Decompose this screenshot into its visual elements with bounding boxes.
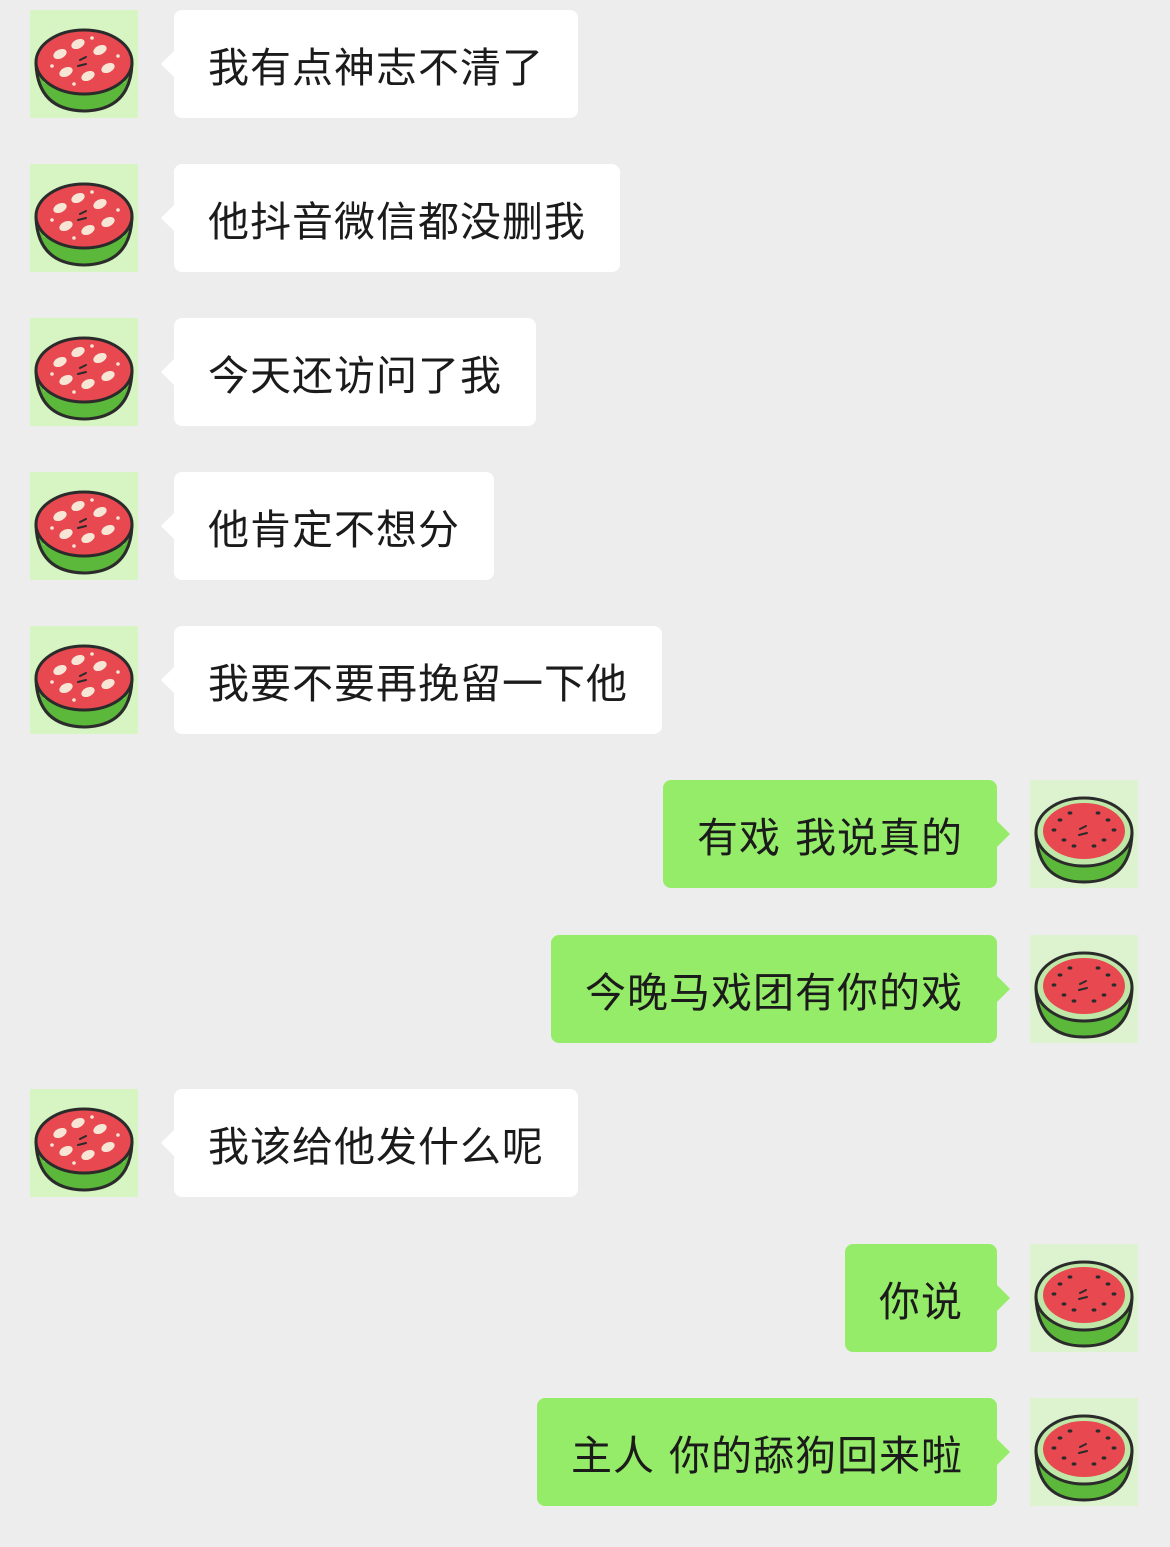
message-row-incoming: 今天还访问了我 (0, 318, 1170, 426)
watermelon-bowl-icon (34, 336, 134, 421)
message-row-outgoing: 你说 (0, 1244, 1170, 1352)
message-row-incoming: 他抖音微信都没删我 (0, 164, 1170, 272)
message-bubble[interactable]: 有戏 我说真的 (662, 780, 1011, 888)
message-row-outgoing: 有戏 我说真的 (0, 780, 1170, 888)
watermelon-bowl-icon (34, 490, 134, 575)
message-row-incoming: 我有点神志不清了 (0, 10, 1170, 118)
my-avatar[interactable] (1030, 780, 1138, 888)
message-row-outgoing: 主人 你的舔狗回来啦 (0, 1398, 1170, 1506)
my-avatar[interactable] (1030, 935, 1138, 1043)
message-bubble[interactable]: 主人 你的舔狗回来啦 (536, 1398, 1011, 1506)
my-avatar[interactable] (1030, 1244, 1138, 1352)
message-bubble[interactable]: 今晚马戏团有你的戏 (551, 935, 1010, 1043)
watermelon-bowl-icon (34, 1107, 134, 1192)
message-bubble[interactable]: 我要不要再挽留一下他 (161, 626, 662, 734)
message-bubble[interactable]: 他抖音微信都没删我 (161, 164, 620, 272)
message-row-incoming: 我该给他发什么呢 (0, 1089, 1170, 1197)
watermelon-slice-icon (1034, 1260, 1134, 1348)
message-bubble[interactable]: 我该给他发什么呢 (161, 1089, 578, 1197)
watermelon-bowl-icon (34, 182, 134, 267)
contact-avatar[interactable] (30, 10, 138, 118)
message-row-incoming: 他肯定不想分 (0, 472, 1170, 580)
message-bubble[interactable]: 今天还访问了我 (161, 318, 536, 426)
chat-message-list[interactable]: 我有点神志不清了 他抖音微信都没删我 今天还访问了我 他肯定不想分 我要不要再挽… (0, 0, 1170, 1547)
message-row-outgoing: 今晚马戏团有你的戏 (0, 935, 1170, 1043)
watermelon-slice-icon (1034, 1414, 1134, 1502)
watermelon-slice-icon (1034, 951, 1134, 1039)
watermelon-slice-icon (1034, 796, 1134, 884)
message-bubble[interactable]: 你说 (845, 1244, 1010, 1352)
message-bubble[interactable]: 他肯定不想分 (161, 472, 494, 580)
contact-avatar[interactable] (30, 626, 138, 734)
contact-avatar[interactable] (30, 1089, 138, 1197)
message-row-incoming: 我要不要再挽留一下他 (0, 626, 1170, 734)
my-avatar[interactable] (1030, 1398, 1138, 1506)
contact-avatar[interactable] (30, 472, 138, 580)
watermelon-bowl-icon (34, 28, 134, 113)
watermelon-bowl-icon (34, 644, 134, 729)
message-bubble[interactable]: 我有点神志不清了 (161, 10, 578, 118)
contact-avatar[interactable] (30, 318, 138, 426)
contact-avatar[interactable] (30, 164, 138, 272)
